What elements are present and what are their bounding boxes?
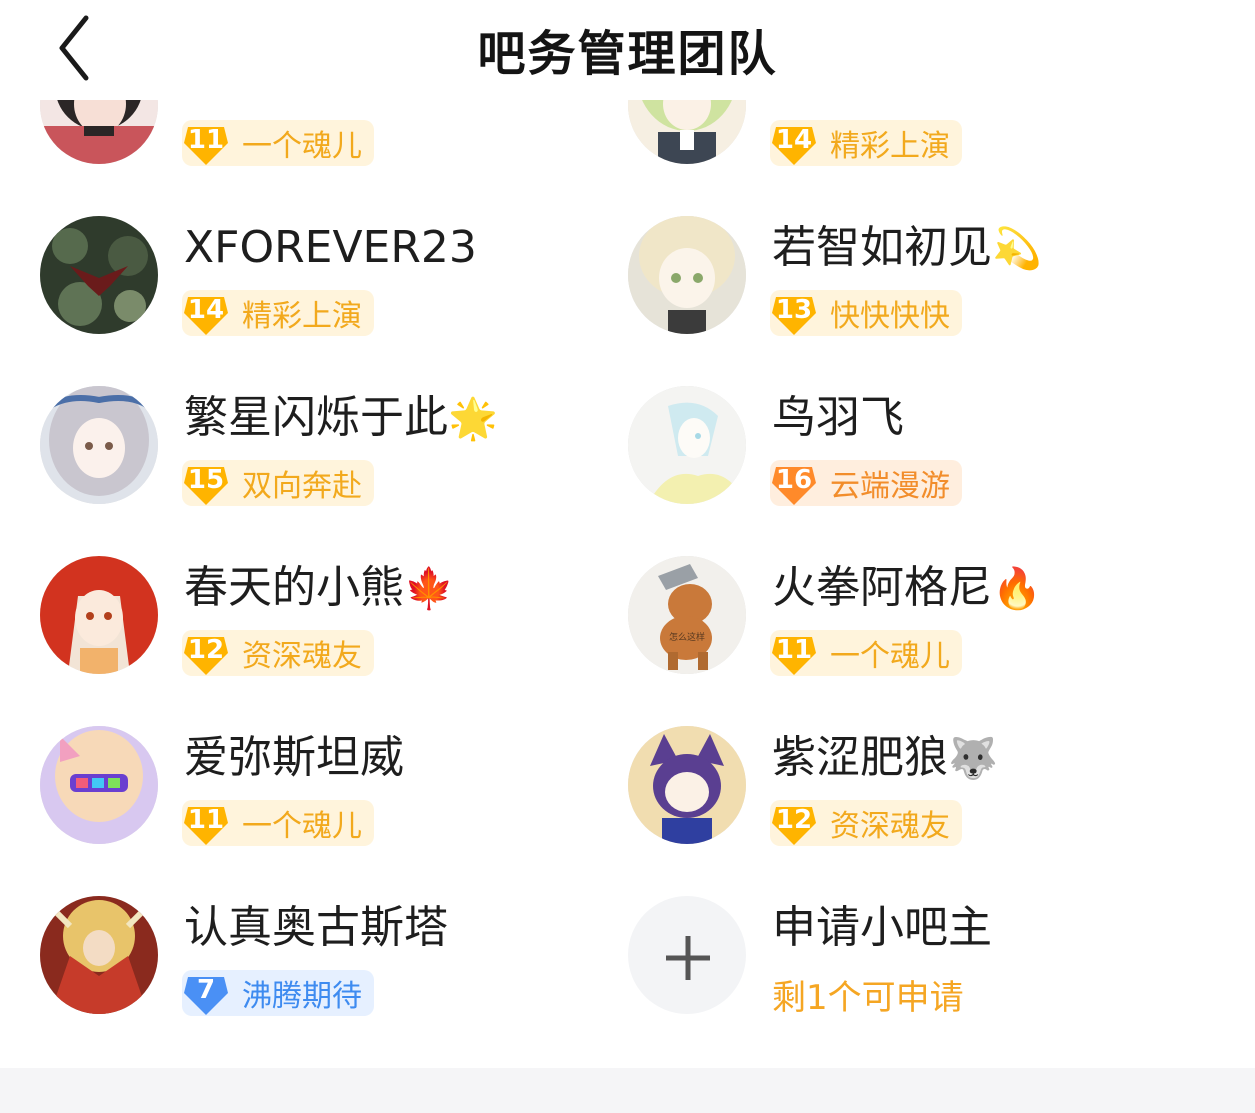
avatar[interactable]: 怎么这样 <box>628 556 746 674</box>
member-title: 资深魂友 <box>830 809 950 844</box>
member-name[interactable]: 若智如初见💫 <box>772 220 1042 277</box>
member-name[interactable]: 春天的小熊🍁 <box>184 560 454 617</box>
member-card[interactable]: XFOREVER23 14 精彩上演 <box>40 216 600 366</box>
member-title: 快快快快 <box>830 299 950 334</box>
avatar-caption: 怎么这样 <box>669 631 705 643</box>
level-shield-icon: 7 <box>180 967 232 1019</box>
member-name[interactable]: XFOREVER23 <box>184 220 477 276</box>
member-title: 一个魂儿 <box>830 639 950 674</box>
level-shield-icon: 11 <box>180 797 232 849</box>
member-card[interactable]: 爱弥斯坦威 11 一个魂儿 <box>40 726 600 876</box>
member-name[interactable]: 爱弥斯坦威 <box>184 730 404 786</box>
apply-moderator[interactable]: 申请小吧主 剩1个可申请 <box>628 896 1188 1046</box>
level-badge: 16 云端漫游 <box>770 460 962 506</box>
maple-leaf-icon: 🍁 <box>404 566 454 612</box>
member-title: 精彩上演 <box>242 299 362 334</box>
member-card[interactable]: 认真奥古斯塔 7 沸腾期待 <box>40 896 600 1046</box>
member-list: 11 一个魂儿 14 精彩上演 XFOREVER23 14 精彩上演 若智如初见… <box>0 0 1255 1070</box>
fire-icon: 🔥 <box>992 566 1042 612</box>
bottom-divider <box>0 1068 1255 1113</box>
level-shield-icon: 13 <box>768 287 820 339</box>
avatar[interactable] <box>628 386 746 504</box>
level-shield-icon: 14 <box>180 287 232 339</box>
level-badge: 13 快快快快 <box>770 290 962 336</box>
avatar[interactable] <box>40 386 158 504</box>
avatar[interactable] <box>40 556 158 674</box>
member-card[interactable]: 若智如初见💫 13 快快快快 <box>628 216 1188 366</box>
wolf-icon: 🐺 <box>948 736 998 782</box>
member-card[interactable]: 紫涩肥狼🐺 12 资深魂友 <box>628 726 1188 876</box>
level-badge: 15 双向奔赴 <box>182 460 374 506</box>
member-card[interactable]: 鸟羽飞 16 云端漫游 <box>628 386 1188 536</box>
level-shield-icon: 12 <box>180 627 232 679</box>
member-title: 资深魂友 <box>242 639 362 674</box>
avatar[interactable] <box>40 216 158 334</box>
level-shield-icon: 11 <box>180 117 232 169</box>
member-title: 一个魂儿 <box>242 129 362 164</box>
member-title: 一个魂儿 <box>242 809 362 844</box>
avatar[interactable] <box>628 726 746 844</box>
member-name[interactable]: 繁星闪烁于此🌟 <box>184 390 498 447</box>
member-title: 双向奔赴 <box>242 469 362 504</box>
header: 吧务管理团队 <box>0 0 1255 100</box>
member-title: 沸腾期待 <box>242 979 362 1014</box>
avatar[interactable] <box>628 216 746 334</box>
level-badge: 11 一个魂儿 <box>770 630 962 676</box>
level-badge: 14 精彩上演 <box>770 120 962 166</box>
avatar[interactable] <box>40 726 158 844</box>
level-badge: 11 一个魂儿 <box>182 120 374 166</box>
dizzy-star-icon: 💫 <box>992 226 1042 272</box>
member-title: 云端漫游 <box>830 469 950 504</box>
member-title: 精彩上演 <box>830 129 950 164</box>
plus-icon[interactable] <box>628 896 746 1014</box>
member-card[interactable]: 怎么这样 火拳阿格尼🔥 11 一个魂儿 <box>628 556 1188 706</box>
level-badge: 7 沸腾期待 <box>182 970 374 1016</box>
avatar[interactable] <box>40 896 158 1014</box>
member-name[interactable]: 鸟羽飞 <box>772 390 904 446</box>
member-name[interactable]: 紫涩肥狼🐺 <box>772 730 998 787</box>
level-shield-icon: 16 <box>768 457 820 509</box>
level-badge: 12 资深魂友 <box>182 630 374 676</box>
level-badge: 12 资深魂友 <box>770 800 962 846</box>
level-shield-icon: 11 <box>768 627 820 679</box>
level-shield-icon: 15 <box>180 457 232 509</box>
apply-title[interactable]: 申请小吧主 <box>772 900 992 956</box>
member-card[interactable]: 春天的小熊🍁 12 资深魂友 <box>40 556 600 706</box>
level-badge: 14 精彩上演 <box>182 290 374 336</box>
level-shield-icon: 12 <box>768 797 820 849</box>
member-name[interactable]: 认真奥古斯塔 <box>184 900 448 956</box>
apply-remaining: 剩1个可申请 <box>772 978 964 1018</box>
glowing-star-icon: 🌟 <box>448 396 498 442</box>
member-name[interactable]: 火拳阿格尼🔥 <box>772 560 1042 617</box>
page-title: 吧务管理团队 <box>477 26 778 82</box>
level-shield-icon: 14 <box>768 117 820 169</box>
level-badge: 11 一个魂儿 <box>182 800 374 846</box>
member-card[interactable]: 繁星闪烁于此🌟 15 双向奔赴 <box>40 386 600 536</box>
